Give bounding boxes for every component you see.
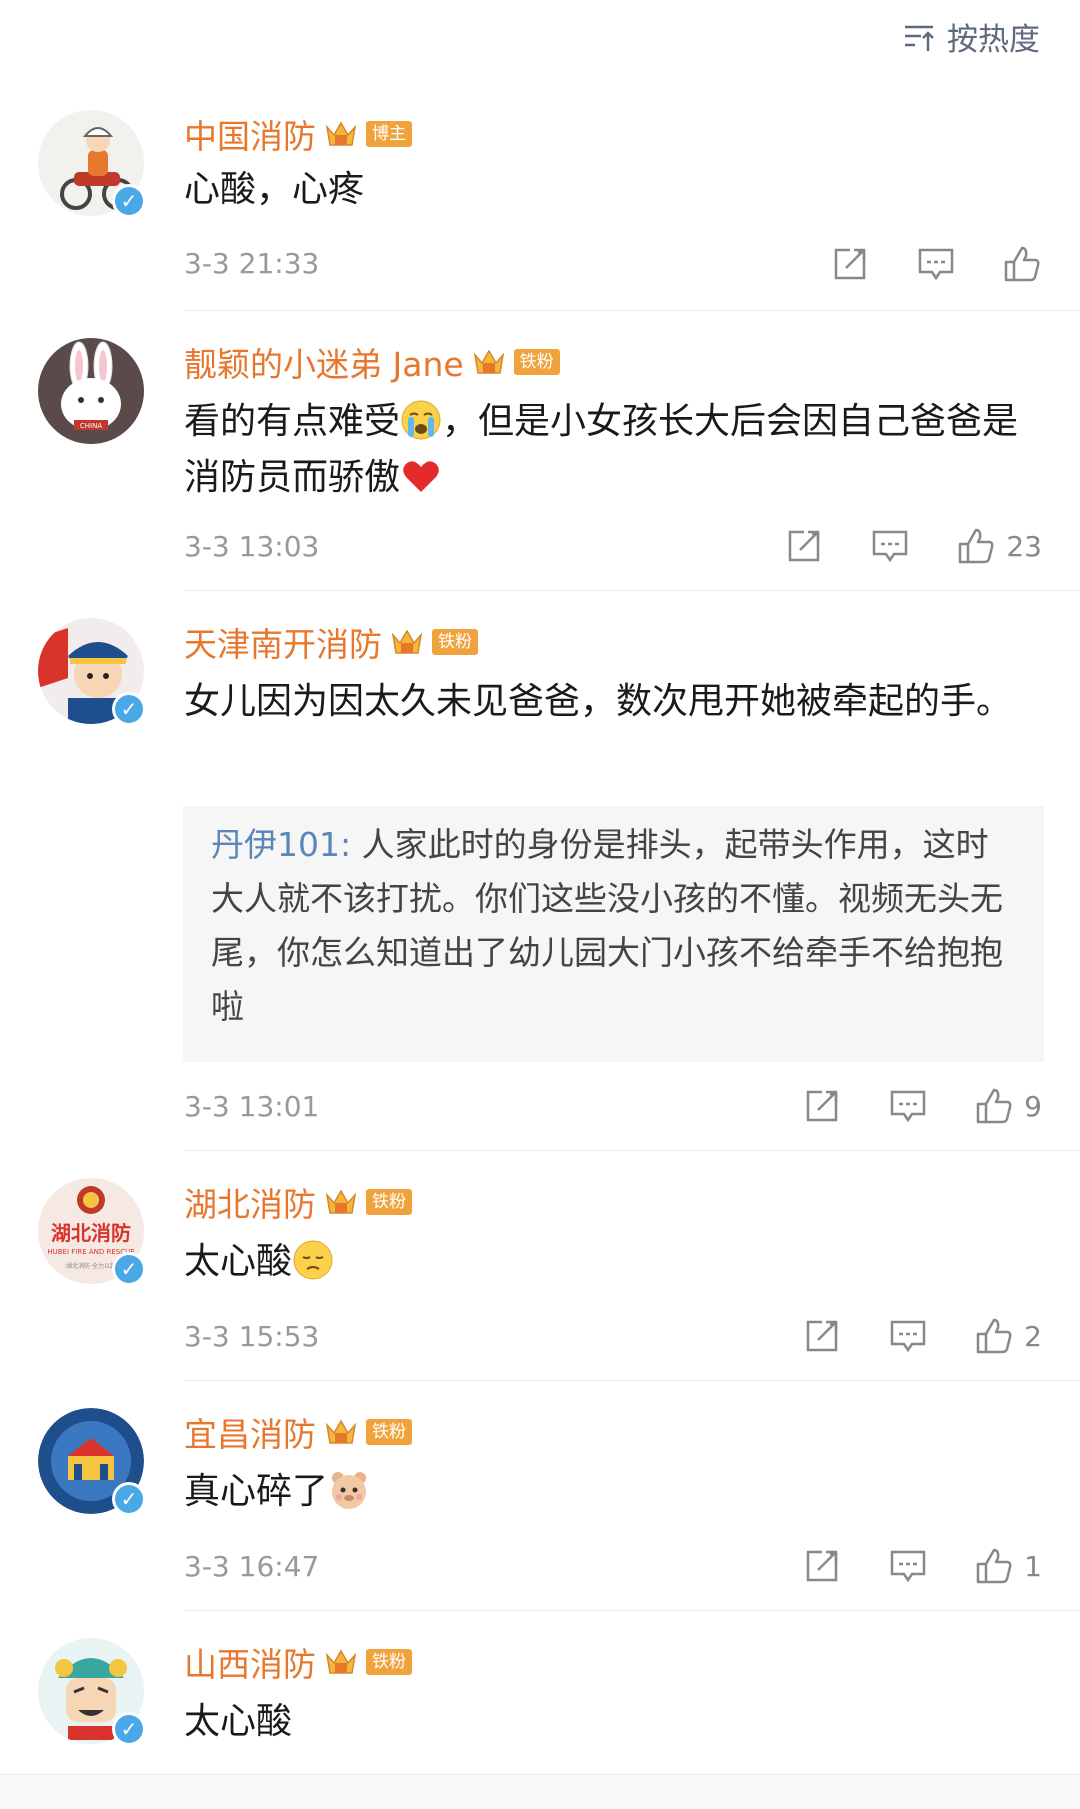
share-button[interactable]	[830, 244, 870, 284]
crown-icon	[325, 1649, 357, 1674]
share-icon	[806, 1320, 838, 1352]
avatar[interactable]: ✓	[38, 110, 146, 218]
crown-icon	[391, 629, 423, 654]
sad-face-emoji-icon	[293, 1240, 333, 1280]
share-button[interactable]	[802, 1316, 842, 1356]
svg-text:·湖北消防·全力以赴·: ·湖北消防·全力以赴·	[64, 1262, 118, 1270]
svg-text:湖北消防: 湖北消防	[51, 1221, 131, 1245]
comment-icon	[890, 1550, 926, 1583]
reply-user[interactable]: 丹伊101:	[211, 825, 351, 864]
verified-badge-icon: ✓	[112, 1482, 146, 1516]
thumbs-up-icon	[976, 1548, 1012, 1584]
comment-time: 3-3 13:03	[184, 530, 320, 563]
verified-badge-icon: ✓	[112, 1252, 146, 1286]
commenter-name[interactable]: 靓颖的小迷弟 Jane	[184, 338, 464, 386]
thumbs-up-icon	[959, 528, 994, 564]
avatar[interactable]: 湖北消防 HUBEI FIRE AND RESCUE ·湖北消防·全力以赴· ✓	[38, 1178, 146, 1286]
bear-emoji-icon	[332, 1472, 367, 1509]
like-count: 9	[1024, 1089, 1042, 1123]
verified-badge-icon: ✓	[112, 1712, 146, 1746]
comment-time: 3-3 16:47	[184, 1550, 320, 1583]
commenter-name[interactable]: 宜昌消防	[184, 1408, 316, 1456]
svg-text:CHINA: CHINA	[80, 422, 102, 430]
divider	[184, 1380, 1080, 1381]
share-button[interactable]	[802, 1086, 842, 1126]
like-button[interactable]: 2	[974, 1316, 1042, 1356]
comment-time: 3-3 13:01	[184, 1090, 320, 1123]
like-count: 2	[1024, 1319, 1042, 1353]
crying-emoji-icon	[401, 400, 441, 440]
like-button[interactable]: 23	[956, 526, 1042, 566]
reply-preview[interactable]: 丹伊101: 人家此时的身份是排头，起带头作用，这时大人就不该打扰。你们这些没小…	[183, 806, 1044, 1062]
comment-icon	[890, 1090, 926, 1123]
share-button[interactable]	[802, 1546, 842, 1586]
host-badge: 博主	[366, 121, 412, 147]
share-button[interactable]	[784, 526, 824, 566]
like-count: 1	[1024, 1549, 1042, 1583]
avatar[interactable]: CHINA	[38, 338, 144, 444]
commenter-name[interactable]: 山西消防	[184, 1638, 316, 1686]
share-icon	[806, 1550, 838, 1582]
avatar[interactable]: ✓	[38, 1638, 146, 1746]
commenter-name[interactable]: 湖北消防	[184, 1178, 316, 1226]
verified-badge-icon: ✓	[112, 692, 146, 726]
divider	[184, 1150, 1080, 1151]
comment-text-part: 太心酸	[184, 1241, 293, 1282]
crown-icon	[325, 121, 357, 146]
sort-icon	[905, 25, 934, 51]
like-button[interactable]	[1002, 244, 1042, 284]
like-count: 23	[1006, 529, 1042, 563]
comment-text-part: 真心碎了	[184, 1471, 329, 1512]
verified-badge-icon: ✓	[112, 184, 146, 218]
comment-icon	[890, 1320, 926, 1353]
reply-button[interactable]	[916, 244, 956, 284]
reply-button[interactable]	[888, 1086, 928, 1126]
share-icon	[834, 248, 866, 280]
divider	[184, 1610, 1080, 1611]
comment-time: 3-3 21:33	[184, 247, 320, 280]
comment-text: 女儿因为因太久未见爸爸，数次甩开她被牵起的手。	[184, 681, 1013, 722]
comment-text: 看的有点难受 ，但是小女孩长大后会因自己爸爸是消防员而骄傲	[184, 394, 1044, 506]
thumbs-up-icon	[976, 1088, 1012, 1124]
crown-icon	[325, 1189, 357, 1214]
sort-label: 按热度	[947, 22, 1040, 58]
divider	[184, 590, 1080, 591]
divider	[184, 310, 1080, 311]
fan-badge: 铁粉	[366, 1419, 412, 1445]
commenter-name[interactable]: 天津南开消防	[184, 618, 382, 666]
comment-time: 3-3 15:53	[184, 1320, 320, 1353]
comment-page: 按热度 ✓ 中国消防 博主 心酸，心疼 3-3 21:33 CHINA 靓颖的小…	[0, 0, 1080, 1809]
share-icon	[806, 1090, 838, 1122]
comment-icon	[873, 530, 908, 563]
fan-badge: 铁粉	[366, 1189, 412, 1215]
thumbs-up-icon	[976, 1318, 1012, 1354]
reply-button[interactable]	[870, 526, 910, 566]
comment-icon	[918, 248, 954, 281]
reply-button[interactable]	[888, 1316, 928, 1356]
fan-badge: 铁粉	[432, 629, 478, 655]
comment-text: 太心酸	[184, 1234, 1044, 1290]
crown-icon	[473, 349, 504, 374]
comment-text: 心酸，心疼	[184, 169, 365, 210]
bottom-bar	[0, 1774, 1080, 1809]
like-button[interactable]: 1	[974, 1546, 1042, 1586]
sort-by-hot-button[interactable]: 按热度	[901, 14, 1040, 59]
crown-icon	[325, 1419, 357, 1444]
heart-icon	[403, 461, 439, 492]
share-icon	[789, 530, 820, 562]
thumbs-up-icon	[1004, 246, 1040, 282]
comment-text-part: 看的有点难受	[184, 401, 401, 442]
commenter-name[interactable]: 中国消防	[184, 110, 316, 158]
like-button[interactable]: 9	[974, 1086, 1042, 1126]
comment-text: 真心碎了	[184, 1464, 1044, 1520]
fan-badge: 铁粉	[366, 1649, 412, 1675]
avatar[interactable]: ✓	[38, 618, 146, 726]
comment-text: 太心酸	[184, 1701, 293, 1742]
avatar[interactable]: ✓	[38, 1408, 146, 1516]
fan-badge: 铁粉	[513, 349, 560, 375]
reply-button[interactable]	[888, 1546, 928, 1586]
